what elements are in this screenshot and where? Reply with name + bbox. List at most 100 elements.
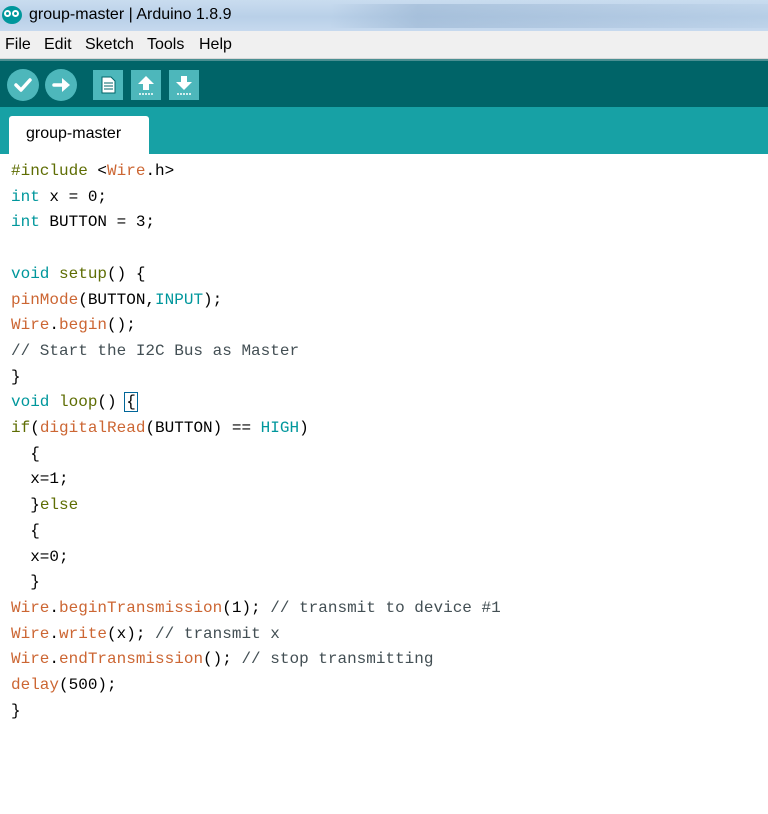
tab-label: group-master — [26, 125, 122, 142]
code-token: ) — [299, 419, 309, 437]
code-token: INPUT — [155, 290, 204, 309]
code-token: // transmit to device #1 — [270, 598, 501, 617]
code-token: void — [11, 393, 50, 412]
code-token: else — [39, 496, 79, 515]
code-line: } — [11, 699, 21, 723]
arrow-down-icon — [176, 76, 192, 95]
new-file-icon — [101, 76, 116, 94]
code-token: x=1; — [11, 470, 69, 489]
code-line: void setup() { — [11, 262, 145, 286]
code-token: setup — [59, 264, 108, 283]
code-token: (x); — [107, 624, 156, 643]
code-token: () — [97, 393, 127, 412]
menu-edit[interactable]: Edit — [44, 36, 72, 54]
code-token: } — [11, 573, 40, 592]
save-button[interactable] — [169, 70, 199, 100]
code-token: . — [49, 650, 60, 669]
code-token: Wire — [107, 162, 146, 180]
code-line: }else — [11, 493, 78, 517]
upload-button[interactable] — [45, 69, 77, 101]
arrow-up-icon — [138, 76, 154, 95]
code-token: . — [49, 598, 60, 617]
code-token: (BUTTON) == — [145, 419, 261, 437]
code-token: endTransmission — [59, 650, 204, 669]
background-window-ghost — [330, 4, 768, 28]
code-token: } — [11, 367, 21, 386]
code-token: ); — [203, 290, 223, 309]
code-line: delay(500); — [11, 673, 117, 697]
tab-strip: group-master — [0, 107, 768, 154]
arduino-logo-icon — [2, 6, 22, 24]
code-line: x=1; — [11, 467, 69, 491]
code-token: } — [11, 496, 40, 515]
code-line: } — [11, 365, 21, 389]
code-line: // Start the I2C Bus as Master — [11, 339, 299, 363]
code-token: // transmit x — [155, 624, 280, 643]
code-token: // stop transmitting — [241, 650, 434, 669]
code-token: int — [11, 213, 40, 232]
code-token: (BUTTON, — [78, 290, 156, 309]
menu-bar: File Edit Sketch Tools Help — [0, 31, 768, 59]
code-token: { — [11, 521, 40, 540]
code-line: void loop() { — [11, 390, 138, 414]
code-token: (500); — [59, 676, 117, 694]
window-titlebar: group-master | Arduino 1.8.9 — [0, 0, 768, 31]
code-token: } — [11, 701, 21, 720]
code-line: } — [11, 570, 40, 594]
check-icon — [14, 78, 32, 92]
code-line: Wire.write(x); // transmit x — [11, 622, 280, 646]
code-token: beginTransmission — [59, 598, 223, 617]
new-sketch-button[interactable] — [93, 70, 123, 100]
window-title: group-master | Arduino 1.8.9 — [29, 6, 232, 23]
code-token: Wire — [11, 316, 50, 335]
code-token: void — [11, 264, 50, 283]
menu-sketch[interactable]: Sketch — [85, 36, 134, 54]
menu-file[interactable]: File — [5, 36, 31, 54]
code-token: ( — [30, 419, 40, 437]
code-token: delay — [11, 676, 60, 694]
code-token: if — [11, 419, 31, 437]
code-editor[interactable]: #include <Wire.h> int x = 0; int BUTTON = … — [0, 154, 768, 814]
code-token: (); — [203, 650, 242, 669]
code-token: HIGH — [260, 419, 300, 437]
code-token: (1); — [222, 598, 271, 617]
code-token: // Start the I2C Bus as Master — [11, 341, 300, 360]
code-line: Wire.begin(); — [11, 313, 136, 337]
code-token: < — [97, 162, 108, 180]
text-cursor: { — [124, 392, 138, 413]
code-line: Wire.beginTransmission(1); // transmit t… — [11, 596, 501, 620]
code-line: #include <Wire.h> — [11, 159, 174, 183]
code-token: () { — [107, 264, 146, 283]
code-line: int BUTTON = 3; — [11, 210, 155, 234]
open-button[interactable] — [131, 70, 161, 100]
code-token: x = 0; — [39, 187, 108, 206]
code-token: . — [49, 624, 60, 643]
code-token: { — [11, 444, 40, 463]
code-token: .h> — [145, 162, 175, 180]
code-token: loop — [59, 393, 98, 412]
code-token: int — [11, 187, 40, 206]
code-line: int x = 0; — [11, 185, 107, 209]
code-line: { — [11, 442, 40, 466]
verify-button[interactable] — [7, 69, 39, 101]
code-token: Wire — [11, 624, 50, 643]
code-token: digitalRead — [39, 419, 146, 437]
arrow-right-icon — [52, 78, 70, 92]
menu-help[interactable]: Help — [199, 36, 232, 54]
code-token: write — [59, 624, 108, 643]
menu-tools[interactable]: Tools — [147, 36, 184, 54]
code-line: x=0; — [11, 545, 68, 569]
code-token: #include — [11, 162, 98, 180]
code-token: Wire — [11, 598, 50, 617]
code-token: Wire — [11, 650, 50, 669]
toolbar — [0, 59, 768, 107]
code-token: BUTTON = 3; — [39, 213, 156, 232]
code-line: { — [11, 519, 40, 543]
code-line: if(digitalRead(BUTTON) == HIGH) — [11, 416, 309, 440]
tab-group-master[interactable]: group-master — [9, 116, 149, 154]
code-line: pinMode(BUTTON,INPUT); — [11, 288, 222, 312]
code-line: Wire.endTransmission(); // stop transmit… — [11, 647, 433, 671]
code-token: begin — [59, 316, 108, 335]
